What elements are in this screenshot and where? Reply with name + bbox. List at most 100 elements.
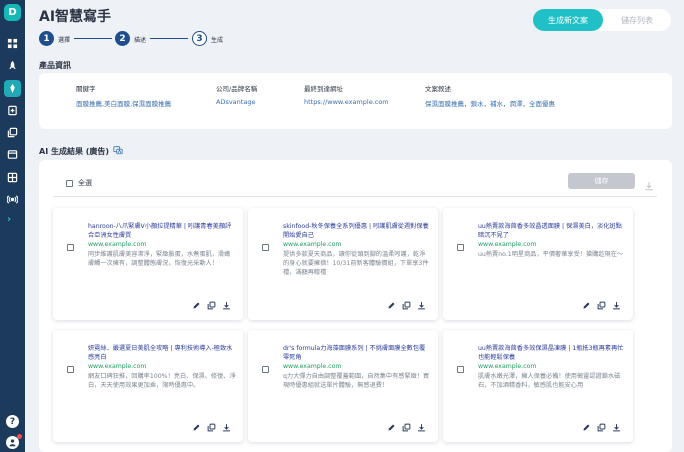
- ad-card-actions: [387, 423, 426, 432]
- document-edit-icon[interactable]: [6, 104, 19, 117]
- app-logo[interactable]: D: [4, 4, 21, 21]
- ad-card-title[interactable]: 妍霓絲．嚴選夏日美肌全攻略 | 專利技術導入-極致水感亮白: [88, 344, 236, 362]
- ad-card-actions: [582, 301, 621, 310]
- select-all[interactable]: 全選: [66, 178, 92, 188]
- edit-icon[interactable]: [582, 301, 591, 310]
- grid-icon[interactable]: [6, 171, 19, 184]
- download-icon[interactable]: [222, 423, 231, 432]
- divider: [53, 196, 657, 197]
- step-1-label: 選擇: [58, 37, 71, 44]
- ad-card-title[interactable]: skinfood-秋冬保養全系列優惠 | 吲護肌膚從週對保養開始愛自己: [283, 222, 431, 240]
- download-icon[interactable]: [417, 301, 426, 310]
- copy-icon[interactable]: [207, 423, 216, 432]
- pen-icon[interactable]: [4, 80, 21, 97]
- mode-switch: 生成新文案 儲存列表: [533, 9, 671, 31]
- info-brand: 公司/品牌名稱 ADsvantage: [216, 83, 257, 106]
- ad-card-description: q力大彈力自由調整覆蓋範圍，自然集中有感緊緻！買現時優惠組就送單片體驗，無感退費…: [283, 373, 430, 389]
- edit-icon[interactable]: [387, 423, 396, 432]
- ad-card-title[interactable]: dr's formula力海藻面膜系列 | 不挑膚面膜全數包覆零死角: [283, 344, 431, 362]
- ad-card-checkbox[interactable]: [262, 244, 269, 251]
- step-2-label: 描述: [134, 37, 147, 44]
- ad-card-checkbox[interactable]: [67, 366, 74, 373]
- ad-card: 妍霓絲．嚴選夏日美肌全攻略 | 專利技術導入-極致水感亮白 www.example…: [53, 330, 243, 442]
- user-icon[interactable]: [6, 434, 22, 449]
- step-3-label: 生成: [211, 37, 224, 44]
- dashboard-icon[interactable]: [6, 37, 19, 50]
- info-label: 關鍵字: [76, 85, 96, 93]
- ad-card-url: www.example.com: [283, 363, 342, 370]
- generate-new-button[interactable]: 生成新文案: [533, 9, 603, 31]
- ad-card-description: 提供多款夏天商品，讓你從頭到腳的溫柔吲護，乾淨的身心就要擁擠！10/31前新客體…: [283, 251, 429, 276]
- info-value: 面膜推薦,美白面膜,保濕面膜推薦: [76, 100, 172, 108]
- ad-card-actions: [582, 423, 621, 432]
- ad-card-checkbox[interactable]: [67, 244, 74, 251]
- info-label: 最終到達網址: [304, 85, 343, 93]
- copy-stack-icon[interactable]: [6, 126, 19, 139]
- info-value: https://www.example.com: [304, 98, 389, 106]
- download-icon[interactable]: [644, 176, 654, 195]
- step-3-circle: 3: [192, 31, 207, 46]
- step-1-circle: 1: [39, 31, 54, 46]
- ad-card: skinfood-秋冬保養全系列優惠 | 吲護肌膚從週對保養開始愛自己 www.e…: [248, 208, 438, 320]
- copy-icon[interactable]: [207, 301, 216, 310]
- edit-icon[interactable]: [192, 423, 201, 432]
- product-info-title: 產品資訊: [39, 61, 71, 70]
- saved-list-button[interactable]: 儲存列表: [603, 9, 671, 31]
- info-label: 文案敘述: [425, 85, 451, 93]
- edit-icon[interactable]: [387, 301, 396, 310]
- select-all-checkbox[interactable]: [66, 179, 73, 187]
- help-icon[interactable]: ?: [6, 415, 19, 428]
- notification-dot: [17, 434, 22, 439]
- ad-card-actions: [192, 301, 231, 310]
- page-title: AI智慧寫手: [39, 9, 112, 25]
- ad-card: uu熱賣款海茴香多效保濕晶凍膜 | 1瓶抵3瓶再素再忙也能輕鬆保養 www.exa…: [443, 330, 633, 442]
- ad-card: dr's formula力海藻面膜系列 | 不挑膚面膜全數包覆零死角 www.ex…: [248, 330, 438, 442]
- chevron-right-icon[interactable]: ›: [7, 214, 11, 225]
- translate-icon[interactable]: [113, 145, 123, 157]
- edit-icon[interactable]: [582, 423, 591, 432]
- broadcast-icon[interactable]: [6, 193, 19, 206]
- copy-icon[interactable]: [402, 301, 411, 310]
- ad-card-url: www.example.com: [478, 363, 537, 370]
- info-description: 文案敘述 保濕面膜推薦，鎖水，補水，潤澤，全面優惠: [425, 83, 555, 108]
- ad-card-description: 同步維護肌膚美容潔淨，緊緻臉蛋，水煮蛋肌，滑嫩膚觸一次擁有，調整體態膚況，恢復光…: [88, 251, 231, 267]
- save-button[interactable]: 儲存: [568, 173, 635, 189]
- info-keywords: 關鍵字 面膜推薦,美白面膜,保濕面膜推薦: [76, 83, 171, 108]
- info-label: 公司/品牌名稱: [216, 85, 258, 93]
- ad-card-description: uu熱賣no.1明星商品，平價奢華享受！搶購趁現在～: [478, 251, 624, 258]
- sidebar: D › ?: [0, 0, 25, 452]
- product-info-card: 關鍵字 面膜推薦,美白面膜,保濕面膜推薦 公司/品牌名稱 ADsvantage …: [39, 73, 672, 129]
- ad-card-description: 肌膚水嫩光澤，擁人保養必備！使用徵靈認證鎖水磁石，不加酒精香料，敏感肌也能安心用: [478, 373, 621, 389]
- copy-icon[interactable]: [597, 423, 606, 432]
- copy-icon[interactable]: [402, 423, 411, 432]
- info-value: ADsvantage: [216, 98, 256, 106]
- edit-icon[interactable]: [192, 301, 201, 310]
- download-icon[interactable]: [612, 301, 621, 310]
- copy-icon[interactable]: [597, 301, 606, 310]
- results-title: AI 生成結果 (廣告): [39, 146, 110, 156]
- browser-window-icon[interactable]: [6, 148, 19, 161]
- ad-card: hanroon-八爪緊膚V小顏拉提精華 | 吲護青春美顏評合亞洲女性膚質 www.…: [53, 208, 243, 320]
- ad-card-title[interactable]: hanroon-八爪緊膚V小顏拉提精華 | 吲護青春美顏評合亞洲女性膚質: [88, 222, 236, 240]
- ad-card-actions: [192, 423, 231, 432]
- ad-card-actions: [387, 301, 426, 310]
- ad-card-description: 網友口碑狂推，回購率100%！亮白、保濕、修復、淨白，天天使用效果更加乘，限時優…: [88, 373, 236, 389]
- ad-card-checkbox[interactable]: [457, 244, 464, 251]
- rocket-icon[interactable]: [6, 59, 19, 72]
- ad-card-checkbox[interactable]: [457, 366, 464, 373]
- results-title-row: AI 生成結果 (廣告): [39, 145, 123, 157]
- ad-card-url: www.example.com: [88, 363, 147, 370]
- ad-card-url: www.example.com: [283, 241, 342, 248]
- step-connector: [150, 38, 188, 39]
- ad-card-title[interactable]: uu熱賣款海茴香多效晶透面膜 | 保濕美白，淡化斑點暗沉不見了: [478, 222, 626, 240]
- ad-card-checkbox[interactable]: [262, 366, 269, 373]
- download-icon[interactable]: [222, 301, 231, 310]
- ad-card-title[interactable]: uu熱賣款海茴香多效保濕晶凍膜 | 1瓶抵3瓶再素再忙也能輕鬆保養: [478, 344, 626, 362]
- ad-card-url: www.example.com: [88, 241, 147, 248]
- download-icon[interactable]: [612, 423, 621, 432]
- info-final-url: 最終到達網址 https://www.example.com: [304, 83, 389, 106]
- download-icon[interactable]: [417, 423, 426, 432]
- select-all-label: 全選: [78, 179, 92, 187]
- info-value: 保濕面膜推薦，鎖水，補水，潤澤，全面優惠: [425, 100, 555, 108]
- ad-card-url: www.example.com: [478, 241, 537, 248]
